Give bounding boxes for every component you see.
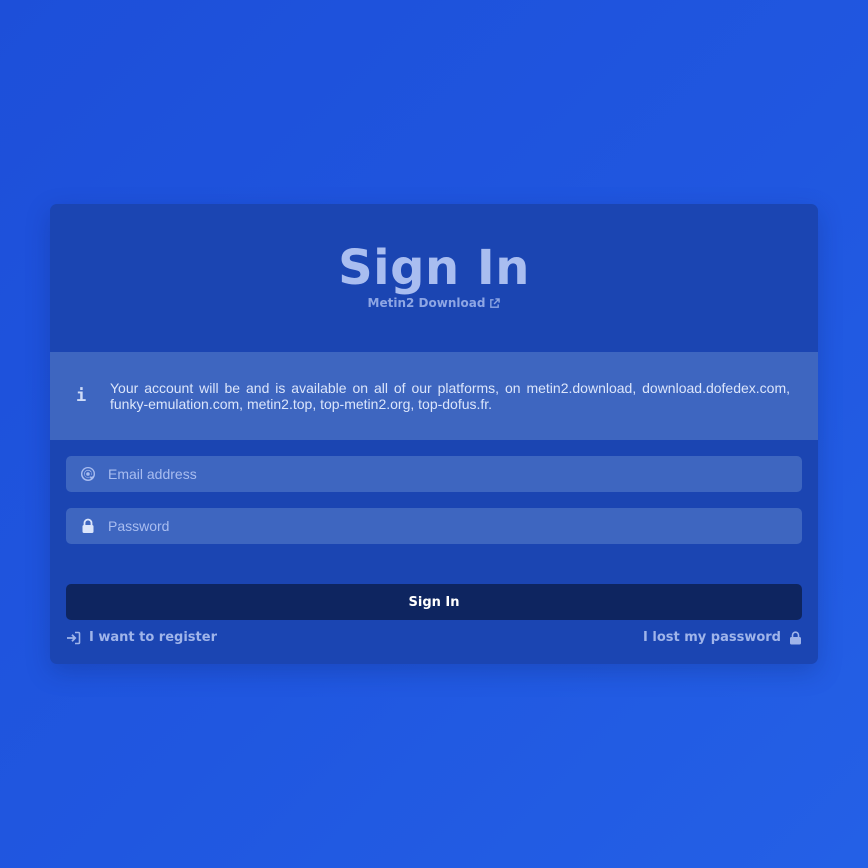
card-header: Sign In Metin2 Download: [50, 204, 818, 352]
auth-links: I want to register I lost my password: [66, 630, 802, 645]
password-field-wrapper: [66, 507, 802, 545]
email-input[interactable]: [106, 455, 802, 493]
sign-in-card: Sign In Metin2 Download i Your account w…: [50, 204, 818, 664]
info-message: Your account will be and is available on…: [110, 380, 790, 412]
register-label: I want to register: [89, 630, 217, 645]
lock-icon: [80, 518, 96, 534]
sign-in-button[interactable]: Sign In: [66, 584, 802, 620]
metin2-download-link[interactable]: Metin2 Download: [50, 296, 818, 310]
password-input[interactable]: [106, 507, 802, 545]
lock-icon: [789, 630, 802, 645]
at-sign-icon: [80, 466, 96, 482]
info-banner: i Your account will be and is available …: [50, 352, 818, 440]
metin2-download-label: Metin2 Download: [367, 296, 486, 310]
register-link[interactable]: I want to register: [66, 630, 217, 645]
info-icon: i: [76, 386, 87, 406]
email-field-wrapper: [66, 455, 802, 493]
page-title: Sign In: [338, 240, 530, 296]
lost-password-link[interactable]: I lost my password: [643, 630, 802, 645]
sign-in-form: Sign In I want to register I lost my pas…: [50, 440, 818, 645]
lost-password-label: I lost my password: [643, 630, 781, 645]
external-link-icon: [489, 297, 501, 309]
sign-in-arrow-icon: [66, 631, 81, 645]
